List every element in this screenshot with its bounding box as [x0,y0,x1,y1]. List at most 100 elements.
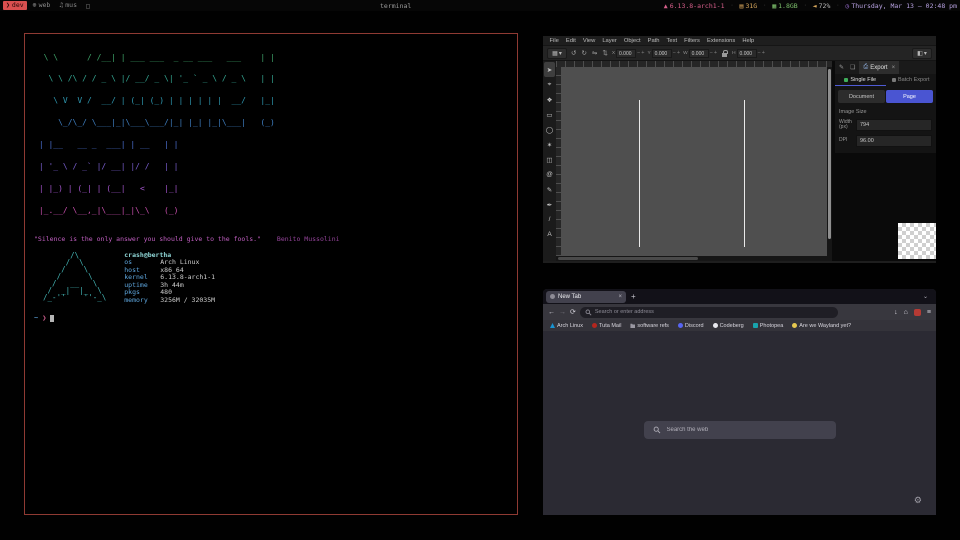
increment-button[interactable]: + [762,50,765,56]
menu-layer[interactable]: Layer [599,38,621,44]
pencil-tool[interactable]: ✎ [544,182,555,197]
home-icon[interactable]: ⌂ [904,309,908,316]
ascii-line: | '_ \ / _` |/ __| |/ / | | [34,163,508,170]
snap-controls-dropdown[interactable]: ◧▾ [912,48,932,59]
layout-symbol-icon[interactable]: □ [86,2,90,10]
decrement-button[interactable]: − [637,50,640,56]
selector-tool[interactable]: ➤ [544,62,555,77]
shape-builder-tool[interactable]: ❖ [544,92,555,107]
forward-button[interactable]: → [559,309,566,316]
newtab-search-input[interactable] [667,427,827,433]
export-dialog-tab[interactable]: ⎙ Export × [859,61,899,74]
tool-options-dropdown[interactable]: ▦▾ [547,48,567,59]
memory-module: ▦ 1.8GB [772,2,798,10]
calligraphy-tool[interactable]: / [544,212,555,227]
rectangle-tool[interactable]: ▭ [544,107,555,122]
pencil-icon[interactable]: ✎ [837,64,846,71]
menu-view[interactable]: View [579,38,598,44]
increment-button[interactable]: + [641,50,644,56]
bookmark-arch-linux[interactable]: Arch Linux [550,323,583,329]
downloads-icon[interactable]: ↓ [894,309,898,316]
shell-prompt[interactable]: ~ ❯ [34,314,508,322]
bookmarks-bar: Arch Linux Tuta Mail software refs Disco… [543,320,936,331]
menu-edit[interactable]: Edit [562,38,579,44]
clock-text: Thursday, Mar 13 — 02:48 pm [851,2,957,10]
scrollbar-thumb[interactable] [828,69,831,239]
node-tool[interactable]: ⌖ [544,77,555,92]
inkscape-canvas[interactable] [561,67,827,256]
document-button[interactable]: Document [838,90,885,103]
newtab-search-box[interactable] [644,421,836,439]
ublock-extension-icon[interactable] [914,309,921,316]
text-tool[interactable]: A [544,227,555,242]
memory-icon: ▦ [772,2,776,10]
increment-button[interactable]: + [677,50,680,56]
bookmark-are-we-wayland-yet[interactable]: Are we Wayland yet? [792,323,851,329]
spiral-tool[interactable]: @ [544,167,555,182]
decrement-button[interactable]: − [710,50,713,56]
page-button[interactable]: Page [886,90,933,103]
gear-icon[interactable]: ⚙ [914,495,922,506]
rotate-cw-icon[interactable]: ↻ [580,49,587,57]
menu-extensions[interactable]: Extensions [703,38,738,44]
bookmark-discord[interactable]: Discord [678,323,704,329]
inkscape-window[interactable]: File Edit View Layer Object Path Text Fi… [543,36,936,263]
close-icon[interactable]: × [892,65,896,71]
export-tab-label: Export [870,65,887,71]
rotate-ccw-icon[interactable]: ↺ [570,49,577,57]
y-spinbox[interactable]: Y 0.000 −+ [647,49,680,58]
flip-horizontal-icon[interactable]: ⇋ [591,49,598,57]
menu-file[interactable]: File [546,38,562,44]
bookmark-folder-software-refs[interactable]: software refs [630,323,668,329]
workspace-tag-mus[interactable]: ♫ mus [56,1,80,10]
tab-new-tab[interactable]: New Tab × [546,291,626,303]
url-input[interactable] [595,309,833,315]
lock-ratio-icon[interactable] [722,53,727,57]
increment-button[interactable]: + [714,50,717,56]
inkscape-menubar: File Edit View Layer Object Path Text Fi… [543,36,936,45]
bookmark-tuta-mail[interactable]: Tuta Mail [592,323,621,329]
width-input[interactable] [856,119,932,131]
ellipse-tool[interactable]: ◯ [544,122,555,137]
chevron-down-icon: ▾ [559,50,562,57]
bookmark-photopea[interactable]: Photopea [753,323,784,329]
url-bar[interactable] [580,307,838,318]
pen-tool[interactable]: ✒ [544,197,555,212]
new-tab-button[interactable]: + [629,292,638,301]
decrement-button[interactable]: − [673,50,676,56]
horizontal-scrollbar[interactable] [556,256,832,261]
menu-hamburger-icon[interactable]: ≡ [927,309,931,316]
terminal-window[interactable]: \ \ / /__| | ___ ___ _ __ ___ ___ | | \ … [24,33,518,515]
menu-object[interactable]: Object [620,38,644,44]
bookmark-codeberg[interactable]: Codeberg [713,323,744,329]
width-spinbox[interactable]: W 0.000 −+ [683,49,717,58]
star-tool[interactable]: ✶ [544,137,555,152]
box3d-tool[interactable]: ◫ [544,152,555,167]
export-preview-thumbnail [898,223,936,259]
workspace-tag-dev[interactable]: ❯ dev [3,1,27,10]
back-button[interactable]: ← [548,309,555,316]
x-spinbox[interactable]: X 0.000 −+ [612,49,645,58]
height-spinbox[interactable]: H 0.000 −+ [732,49,765,58]
close-icon[interactable]: × [618,294,622,300]
workspace-tag-web[interactable]: ⊕ web [30,1,54,10]
list-all-tabs-chevron-icon[interactable]: ⌄ [923,293,928,300]
dpi-input[interactable] [856,135,932,147]
menu-text[interactable]: Text [663,38,681,44]
disk-icon: ▤ [740,2,744,10]
scrollbar-thumb[interactable] [558,257,698,260]
menu-filters[interactable]: Filters [681,38,704,44]
quote-author: Benito Mussolini [277,235,340,243]
menu-path[interactable]: Path [644,38,663,44]
layers-icon[interactable]: ❏ [848,64,857,71]
snap-icon: ◧ [917,50,923,57]
flip-vertical-icon[interactable]: ⇅ [601,49,608,57]
vertical-scrollbar[interactable] [827,67,832,256]
firefox-window[interactable]: New Tab × + ⌄ ← → ⟳ ↓ ⌂ ≡ Arch Linux Tut… [543,289,936,515]
menu-help[interactable]: Help [739,38,758,44]
reload-button[interactable]: ⟳ [570,308,576,316]
tab-single-file[interactable]: Single File [835,74,886,86]
tab-batch-export[interactable]: Batch Export [886,74,937,86]
decrement-button[interactable]: − [758,50,761,56]
status-modules: ▲ 6.13.8-arch1-1 · ▤ 31G · ▦ 1.8GB · ◄ 7… [664,2,957,10]
